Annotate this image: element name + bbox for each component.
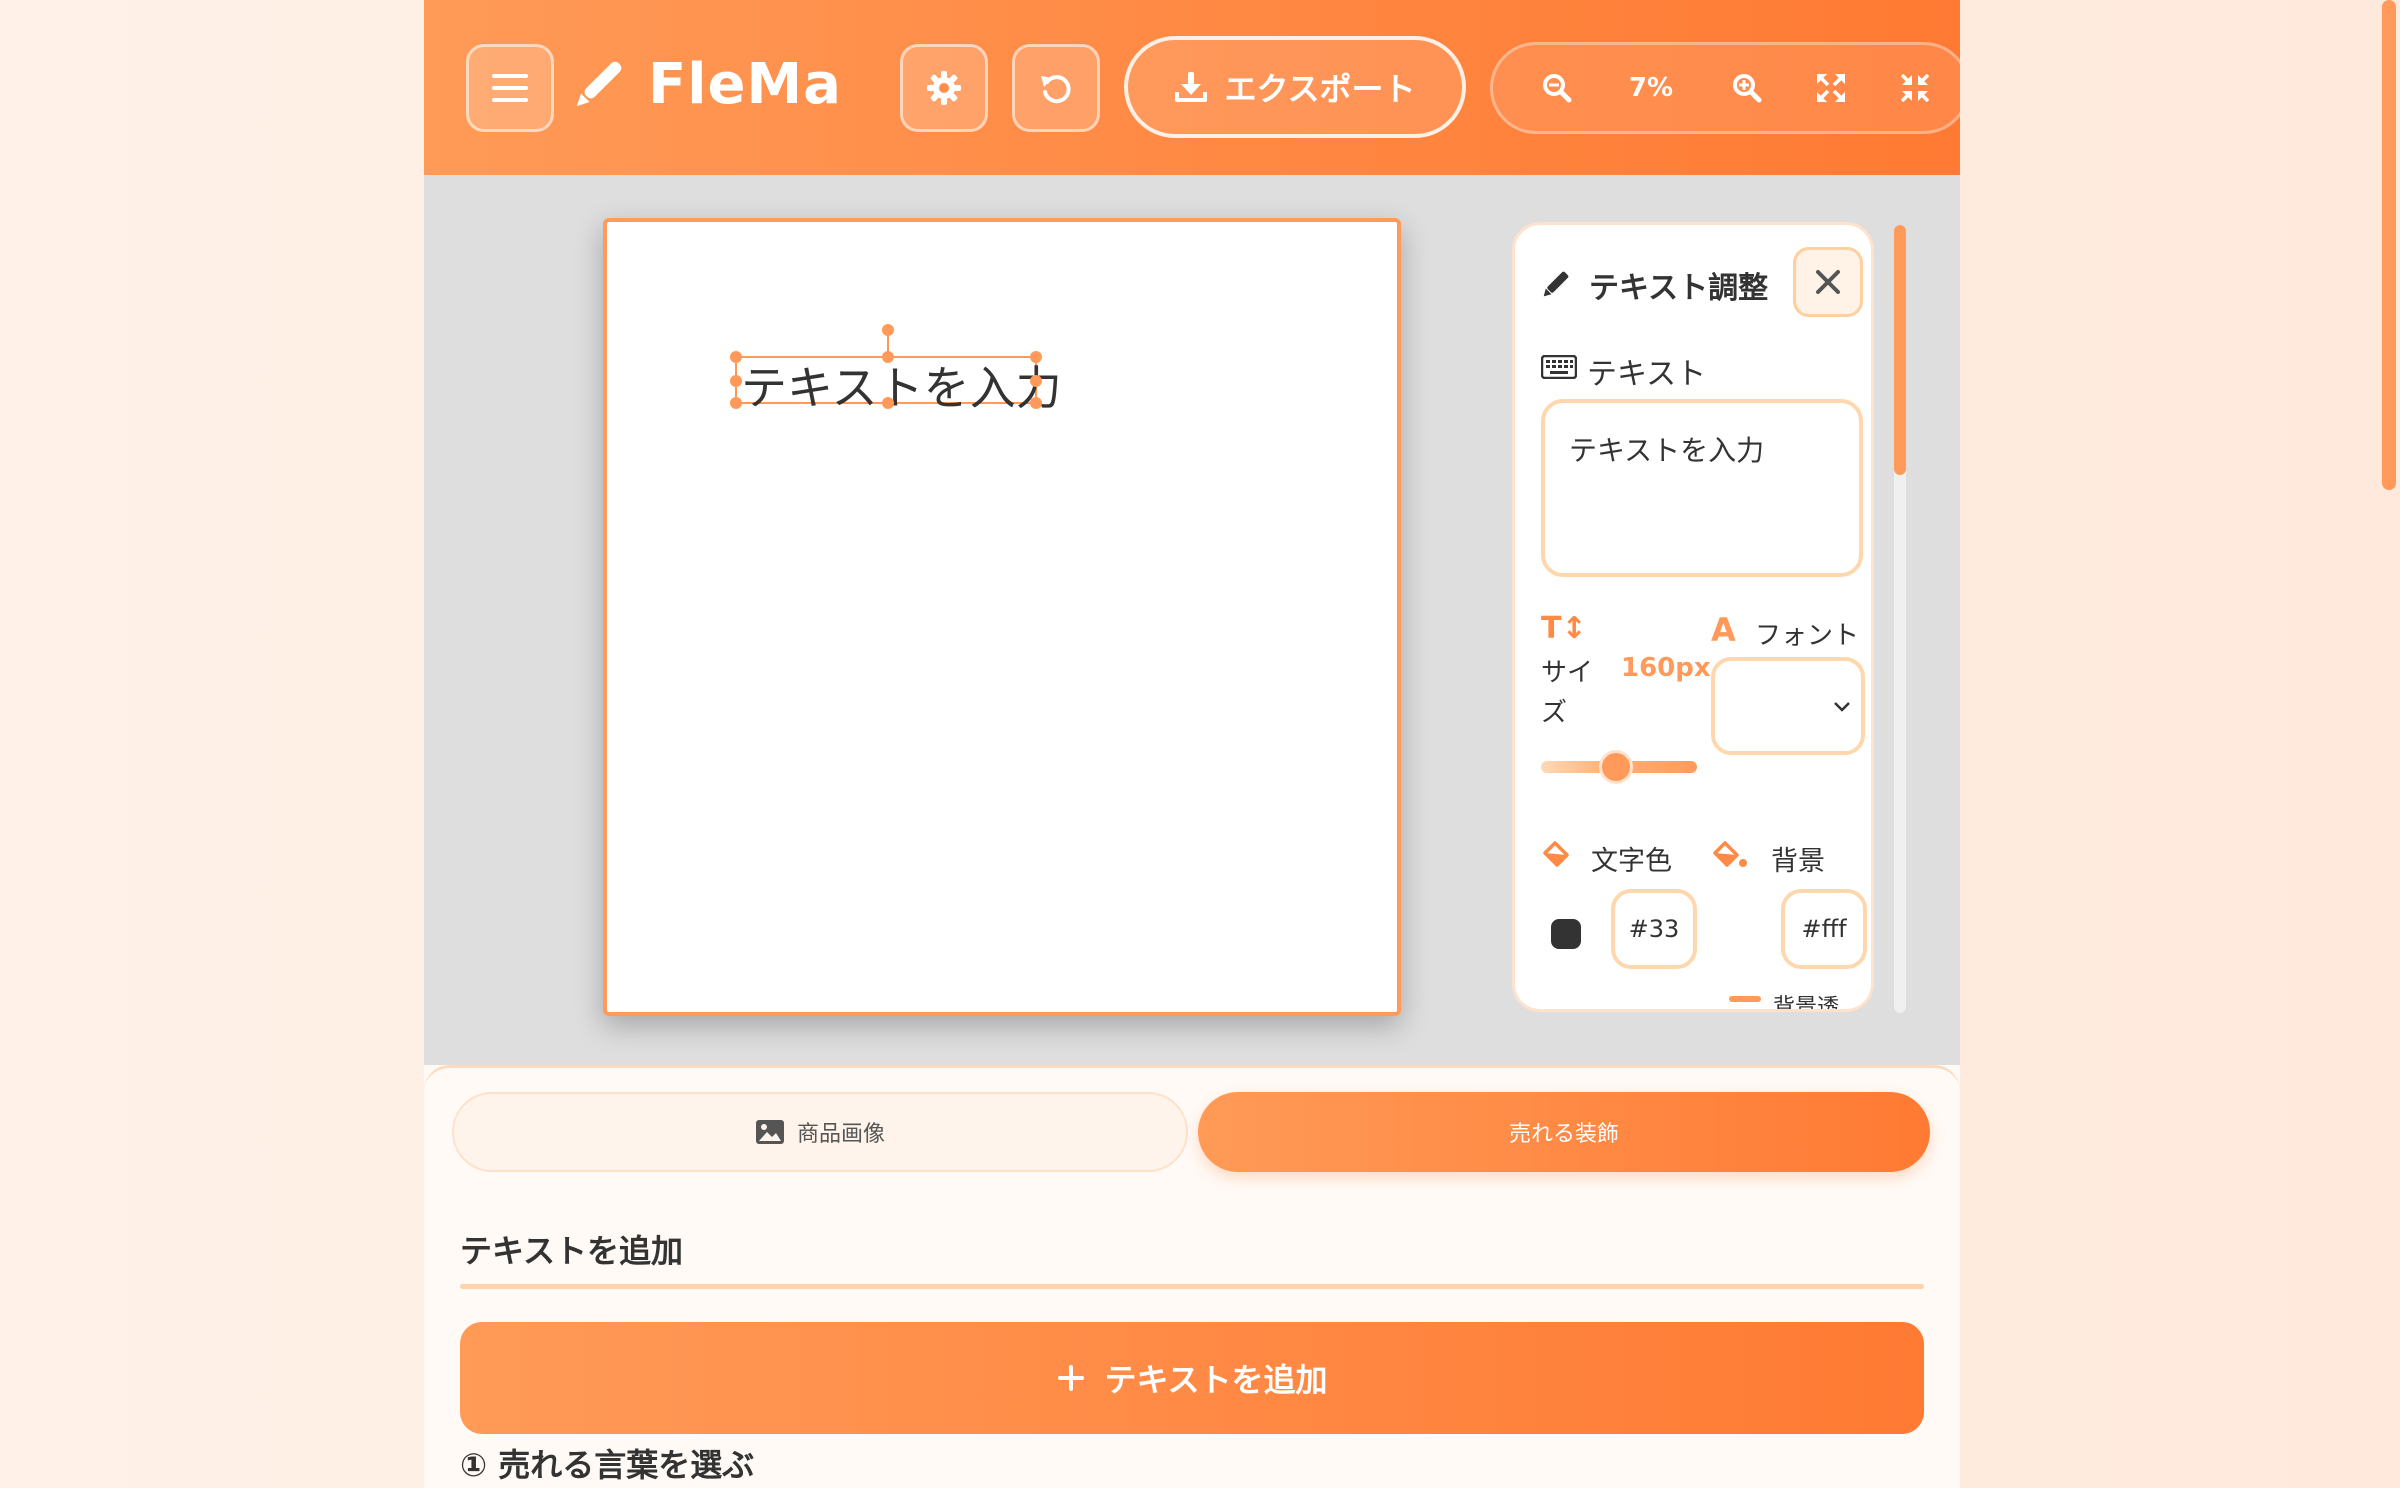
section-divider — [460, 1284, 1924, 1289]
tab-decoration-label: 売れる装飾 — [1508, 1122, 1619, 1147]
compress-icon — [1901, 74, 1929, 102]
download-icon — [1175, 72, 1208, 102]
compress-button[interactable] — [1885, 45, 1945, 131]
font-icon: A — [1711, 611, 1736, 649]
resize-handle-n[interactable] — [882, 351, 894, 363]
zoom-in-icon — [1733, 74, 1762, 103]
selected-text-element[interactable]: テキストを入力 — [730, 324, 1062, 415]
undo-button[interactable] — [1012, 44, 1100, 132]
hamburger-icon — [492, 74, 528, 102]
fill-bucket-icon — [1543, 841, 1569, 867]
zoom-level: 7% — [1628, 73, 1674, 103]
tab-product-image[interactable]: 商品画像 — [452, 1092, 1188, 1172]
bg-opacity-marker — [1729, 996, 1761, 1002]
close-icon — [1816, 270, 1840, 294]
image-icon — [755, 1120, 784, 1144]
resize-handle-se[interactable] — [1030, 397, 1042, 409]
app-window: FleMa エクスポート 7% テキストを入力 テキスト調整 テキスト テキスト… — [424, 0, 1960, 1488]
bg-fill-icon — [1713, 841, 1747, 867]
panel-scrollbar-thumb[interactable] — [1894, 225, 1906, 475]
header-bar: FleMa エクスポート 7% — [424, 0, 1960, 175]
tab-decoration[interactable]: 売れる装飾 — [1198, 1092, 1930, 1172]
text-adjust-panel: テキスト調整 テキスト テキストを入力 T↕ サイズ 160px A フォント … — [1512, 222, 1874, 1012]
text-field-label: テキスト — [1587, 357, 1707, 392]
app-title: FleMa — [648, 52, 842, 117]
brand: FleMa — [570, 52, 842, 117]
keyboard-icon — [1541, 355, 1577, 379]
text-color-input[interactable]: #33 — [1611, 889, 1697, 969]
undo-icon — [1041, 75, 1071, 104]
settings-button[interactable] — [900, 44, 988, 132]
fit-screen-button[interactable] — [1801, 45, 1861, 131]
pen-logo-icon — [576, 61, 622, 106]
zoom-controls: 7% — [1490, 42, 1960, 134]
text-size-icon: T↕ — [1541, 611, 1587, 646]
size-label: サイズ — [1541, 658, 1594, 728]
bg-opacity-label: 背景透 — [1773, 995, 1840, 1012]
tab-product-image-label: 商品画像 — [796, 1122, 885, 1147]
pencil-icon — [1543, 271, 1569, 297]
resize-handle-s[interactable] — [882, 397, 894, 409]
section-title: テキストを追加 — [460, 1232, 684, 1270]
size-value: 160px — [1621, 653, 1711, 683]
font-label: フォント — [1755, 621, 1860, 651]
resize-handle-sw[interactable] — [730, 397, 742, 409]
add-text-label: テキストを追加 — [1104, 1361, 1328, 1399]
step-title: ① 売れる言葉を選ぶ — [460, 1446, 755, 1484]
resize-handle-nw[interactable] — [730, 351, 742, 363]
panel-title: テキスト調整 — [1589, 271, 1769, 306]
canvas-text: テキストを入力 — [741, 361, 1062, 415]
menu-button[interactable] — [466, 44, 554, 132]
resize-handle-ne[interactable] — [1030, 351, 1042, 363]
bg-color-input[interactable]: #fff — [1781, 889, 1867, 969]
add-text-button[interactable]: テキストを追加 — [460, 1322, 1924, 1434]
font-select[interactable] — [1711, 657, 1865, 755]
zoom-out-button[interactable] — [1527, 45, 1587, 131]
rotate-handle[interactable] — [882, 324, 894, 336]
editor-workspace: テキストを入力 テキスト調整 テキスト テキストを入力 T↕ サイズ 160px… — [424, 175, 1960, 1065]
text-content-input[interactable]: テキストを入力 — [1541, 399, 1863, 577]
size-slider-thumb[interactable] — [1599, 750, 1633, 784]
chevron-down-icon — [1834, 702, 1850, 712]
gear-icon — [927, 71, 961, 105]
resize-handle-e[interactable] — [1030, 375, 1042, 387]
zoom-out-icon — [1543, 74, 1572, 103]
export-button[interactable]: エクスポート — [1124, 36, 1466, 138]
bg-color-label: 背景 — [1771, 846, 1825, 877]
design-canvas[interactable]: テキストを入力 — [603, 218, 1401, 1016]
close-panel-button[interactable] — [1793, 247, 1863, 317]
page-scrollbar-thumb[interactable] — [2382, 0, 2396, 490]
text-color-label: 文字色 — [1591, 846, 1672, 877]
resize-handle-w[interactable] — [730, 375, 742, 387]
bottom-toolbox: 商品画像 売れる装飾 テキストを追加 テキストを追加 ① 売れる言葉を選ぶ — [424, 1065, 1960, 1488]
text-color-swatch[interactable] — [1551, 919, 1581, 949]
expand-icon — [1817, 74, 1845, 102]
export-label: エクスポート — [1224, 70, 1416, 108]
zoom-in-button[interactable] — [1717, 45, 1777, 131]
plus-icon — [1058, 1365, 1085, 1391]
panel-scrollbar[interactable] — [1894, 225, 1906, 1013]
